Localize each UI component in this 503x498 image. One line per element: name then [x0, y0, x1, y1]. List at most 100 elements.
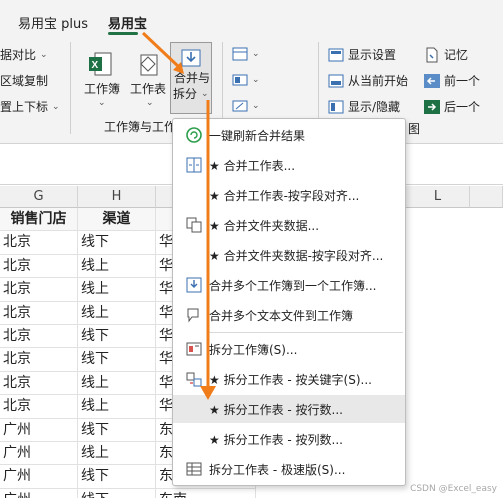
menu-item-merge-folder[interactable]: ★ 合并文件夹数据...: [173, 211, 405, 239]
menu-separator: [209, 332, 403, 333]
table-cell[interactable]: 广州: [0, 418, 78, 442]
table-cell[interactable]: 线下: [78, 348, 156, 372]
previous-button[interactable]: 前一个: [424, 72, 480, 89]
tab-yiyongbao-plus[interactable]: 易用宝 plus: [18, 13, 88, 32]
menu-item-label: ★ 拆分工作表 - 按行数...: [209, 402, 343, 417]
worksheet-diamond-icon: [140, 54, 158, 76]
split-fast-icon: [185, 460, 203, 478]
window-tool-3-button[interactable]: ⌄: [232, 98, 260, 114]
display-settings-icon: [328, 48, 344, 61]
table-cell[interactable]: 线上: [78, 395, 156, 419]
split-key-icon: [185, 370, 203, 388]
menu-item-merge-sheets[interactable]: ★ 合并工作表...: [173, 151, 405, 179]
table-cell[interactable]: 线下: [78, 418, 156, 442]
table-cell[interactable]: 北京: [0, 395, 78, 419]
next-button[interactable]: 后一个: [424, 98, 480, 115]
menu-item-label: 合并多个文本文件到工作簿: [209, 308, 354, 323]
svg-text:X: X: [92, 60, 99, 71]
table-cell[interactable]: 线下: [78, 325, 156, 349]
region-copy-button[interactable]: 区域复制: [0, 72, 48, 89]
menu-item-label: 合并多个工作簿到一个工作簿...: [209, 278, 377, 293]
from-current-icon: [328, 74, 344, 87]
workbook-group-label: 工作簿与工作: [104, 120, 177, 134]
menu-item-label: ★ 拆分工作表 - 按列数...: [209, 432, 343, 447]
active-tab-indicator: [108, 32, 138, 35]
merge-sheets-icon: [185, 156, 203, 174]
column-header-h[interactable]: H: [78, 186, 156, 208]
table-cell[interactable]: 线下: [78, 231, 156, 255]
watermark-text: CSDN @Excel_easy: [410, 484, 497, 494]
menu-item-merge-workbooks[interactable]: 合并多个工作簿到一个工作簿...: [173, 271, 405, 299]
show-hide-label: 显示/隐藏: [348, 100, 401, 114]
ribbon-tabbar: 易用宝 plus 易用宝: [0, 0, 503, 36]
sub-superscript-label: 置上下标: [0, 100, 49, 114]
chevron-down-icon: ⌄: [40, 49, 48, 60]
window-tool-1-button[interactable]: ⌄: [232, 46, 260, 62]
table-header-cell[interactable]: 销售门店: [0, 208, 78, 232]
worksheet-button[interactable]: [134, 50, 162, 80]
table-cell[interactable]: 北京: [0, 348, 78, 372]
from-current-button[interactable]: 从当前开始: [328, 72, 408, 89]
table-cell[interactable]: 北京: [0, 278, 78, 302]
menu-item-label: ★ 合并文件夹数据-按字段对齐...: [209, 248, 384, 263]
previous-label: 前一个: [444, 74, 481, 88]
menu-item-merge-text-files[interactable]: 合并多个文本文件到工作簿: [173, 301, 405, 329]
menu-item-split-workbook[interactable]: 拆分工作簿(S)...: [173, 335, 405, 363]
workbook-button[interactable]: X: [86, 50, 114, 80]
split-workbook-icon: [185, 340, 203, 358]
table-cell[interactable]: 北京: [0, 254, 78, 279]
memory-doc-icon: [426, 47, 438, 62]
arrow-right-icon: [424, 99, 440, 114]
tab-yiyongbao[interactable]: 易用宝: [108, 13, 147, 32]
table-cell[interactable]: 北京: [0, 231, 78, 255]
show-hide-icon: [328, 100, 344, 113]
menu-item-label: 拆分工作簿(S)...: [209, 342, 298, 357]
table-cell[interactable]: 线上: [78, 301, 156, 325]
menu-item-label: 拆分工作表 - 极速版(S)...: [209, 462, 346, 477]
menu-item-merge-folder-aligned[interactable]: ★ 合并文件夹数据-按字段对齐...: [173, 241, 405, 269]
show-hide-button[interactable]: 显示/隐藏: [328, 98, 400, 115]
display-settings-label: 显示设置: [348, 48, 397, 62]
column-header-m[interactable]: [470, 186, 503, 208]
from-current-label: 从当前开始: [348, 74, 409, 88]
menu-item-refresh-merge[interactable]: 一键刷新合并结果: [173, 121, 405, 149]
merge-split-button[interactable]: 合并与 拆分 ⌄: [170, 42, 212, 114]
table-cell[interactable]: 广州: [0, 442, 78, 466]
window-tool-2-button[interactable]: ⌄: [232, 72, 260, 88]
display-settings-button[interactable]: 显示设置: [328, 46, 396, 63]
table-cell[interactable]: 线上: [78, 254, 156, 279]
table-cell[interactable]: 线下: [78, 488, 156, 498]
column-header-l[interactable]: L: [406, 186, 470, 208]
table-cell[interactable]: 线上: [78, 371, 156, 396]
table-cell[interactable]: 东南: [156, 488, 256, 498]
chevron-down-icon: ⌄: [52, 101, 60, 112]
memory-button[interactable]: 记忆: [424, 46, 468, 63]
group-divider: [70, 42, 71, 134]
next-label: 后一个: [444, 100, 481, 114]
menu-item-split-by-columns[interactable]: ★ 拆分工作表 - 按列数...: [173, 425, 405, 453]
table-cell[interactable]: 北京: [0, 301, 78, 325]
table-cell[interactable]: 北京: [0, 371, 78, 396]
table-cell[interactable]: 线下: [78, 465, 156, 489]
sub-superscript-button[interactable]: 置上下标 ⌄: [0, 98, 60, 115]
menu-item-label: ★ 拆分工作表 - 按关键字(S)...: [209, 372, 372, 387]
table-cell[interactable]: 广州: [0, 465, 78, 489]
menu-item-split-by-rows[interactable]: ★ 拆分工作表 - 按行数...: [173, 395, 405, 423]
merge-split-label-line2: 拆分: [173, 87, 198, 101]
table-header-cell[interactable]: 渠道: [78, 208, 156, 232]
worksheet-label: 工作表: [130, 82, 167, 96]
chevron-down-icon: ⌄: [252, 49, 260, 59]
table-cell[interactable]: 线上: [78, 442, 156, 466]
data-compare-button[interactable]: 据对比 ⌄: [0, 46, 48, 63]
table-cell[interactable]: 北京: [0, 325, 78, 349]
column-header-g[interactable]: G: [0, 186, 78, 208]
menu-item-split-by-key[interactable]: ★ 拆分工作表 - 按关键字(S)...: [173, 365, 405, 393]
window-grid-icon: [232, 47, 248, 61]
text-files-icon: [185, 306, 203, 324]
menu-item-split-fast[interactable]: 拆分工作表 - 极速版(S)...: [173, 455, 405, 483]
menu-item-merge-sheets-aligned[interactable]: ★ 合并工作表-按字段对齐...: [173, 181, 405, 209]
table-cell[interactable]: 线上: [78, 278, 156, 302]
chevron-down-icon: ⌄: [252, 101, 260, 111]
table-cell[interactable]: 广州: [0, 488, 78, 498]
window-arrange-icon: [232, 74, 248, 86]
